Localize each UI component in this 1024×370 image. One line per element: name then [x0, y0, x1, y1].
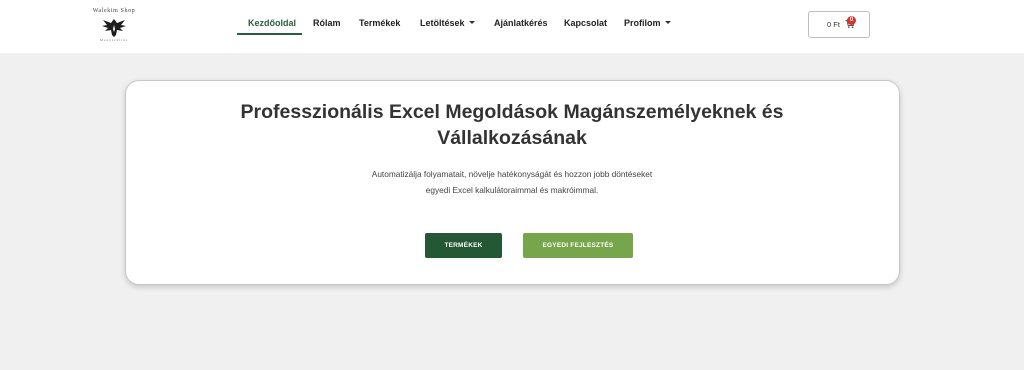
brand-logo[interactable]: Walekim Shop Mezőszállás — [86, 8, 142, 48]
nav-item-home[interactable]: Kezdőoldal — [248, 18, 296, 28]
products-button[interactable]: TERMÉKEK — [425, 233, 502, 258]
site-header: Walekim Shop Mezőszállás Kezdőoldal Róla… — [0, 0, 1024, 53]
brand-name: Walekim Shop — [92, 8, 136, 14]
custom-development-button[interactable]: EGYEDI FEJLESZTÉS — [523, 233, 633, 258]
nav-item-profile[interactable]: Profilom — [624, 18, 671, 28]
hero-title: Professzionális Excel Megoldások Magánsz… — [0, 99, 1024, 151]
nav-item-products[interactable]: Termékek — [359, 18, 400, 28]
nav-item-quote[interactable]: Ajánlatkérés — [494, 18, 548, 28]
cart-button[interactable]: 0 Ft 0 — [808, 11, 870, 38]
cart-count-badge: 0 — [847, 16, 856, 25]
eagle-icon — [102, 19, 126, 37]
nav-active-indicator — [237, 33, 302, 35]
nav-item-downloads-label: Letöltések — [420, 18, 465, 28]
hero-subtitle-line-2: egyedi Excel kalkulátoraimmal és makróim… — [425, 185, 599, 195]
nav-item-profile-label: Profilom — [624, 18, 661, 28]
hero-title-line-1: Professzionális Excel Megoldások Magánsz… — [240, 101, 784, 123]
nav-item-contact[interactable]: Kapcsolat — [564, 18, 607, 28]
hero-title-line-2: Vállalkozásának — [437, 127, 587, 149]
hero-subtitle-line-1: Automatizálja folyamatait, növelje haték… — [371, 169, 653, 179]
brand-tagline: Mezőszállás — [99, 38, 129, 42]
chevron-down-icon — [468, 21, 475, 25]
chevron-down-icon — [664, 21, 671, 25]
nav-item-about[interactable]: Rólam — [313, 18, 341, 28]
nav-item-downloads[interactable]: Letöltések — [420, 18, 475, 28]
hero-subtitle: Automatizálja folyamatait, növelje haték… — [0, 166, 1024, 198]
cart-total: 0 Ft — [827, 20, 840, 29]
